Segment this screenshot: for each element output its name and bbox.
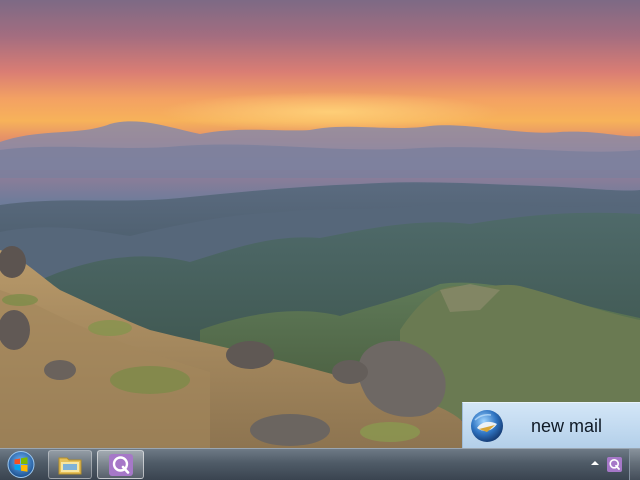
q-app-tray-icon[interactable] [607,457,622,472]
chevron-up-icon[interactable] [591,459,599,467]
show-desktop-button[interactable] [629,449,640,480]
taskbar-explorer-button[interactable] [48,450,92,479]
notification-message: new mail [531,416,603,436]
taskbar [0,448,640,480]
taskbar-q-app-button[interactable] [97,450,144,479]
mail-client-icon [471,410,503,442]
mail-notification-popup[interactable]: new mail [462,402,640,448]
windows-orb-icon[interactable] [3,449,39,480]
folder-explorer-icon [58,457,82,475]
desktop-wallpaper [0,0,640,448]
q-app-icon [109,454,133,476]
desktop[interactable]: new mail [0,0,640,448]
